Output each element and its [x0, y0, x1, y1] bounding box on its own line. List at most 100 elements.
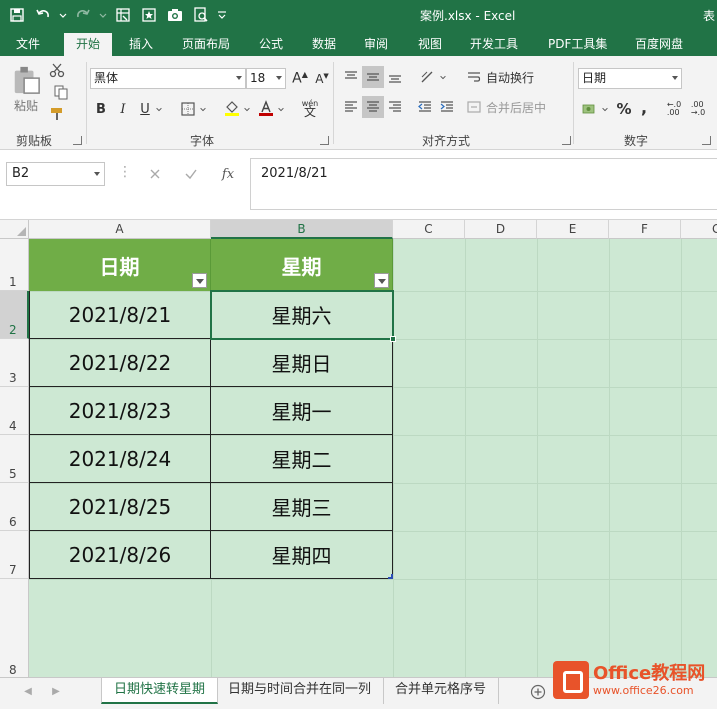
column-header-g[interactable]: G [681, 220, 717, 239]
table-cell-weekday[interactable]: 星期日 [211, 339, 393, 387]
increase-indent-button[interactable] [436, 96, 458, 118]
row-header-5[interactable]: 5 [0, 435, 29, 483]
bottom-align-button[interactable] [384, 66, 406, 88]
tab-review[interactable]: 审阅 [356, 33, 396, 56]
new-sheet-button[interactable] [528, 682, 548, 702]
table-cell-date[interactable]: 2021/8/23 [29, 387, 211, 435]
font-launcher[interactable] [320, 136, 329, 145]
table-cell-weekday[interactable]: 星期六 [211, 291, 393, 339]
undo-button[interactable] [32, 4, 54, 26]
camera-button[interactable] [164, 4, 186, 26]
table-cell-weekday[interactable]: 星期一 [211, 387, 393, 435]
align-left-button[interactable] [340, 96, 362, 118]
comma-button[interactable]: , [636, 96, 652, 118]
align-center-button[interactable] [362, 96, 384, 118]
undo-dropdown[interactable] [58, 4, 68, 26]
middle-align-button[interactable] [362, 66, 384, 88]
row-header-2[interactable]: 2 [0, 291, 29, 339]
print-preview-button[interactable] [190, 4, 212, 26]
column-header-a[interactable]: A [29, 220, 211, 239]
row-header-7[interactable]: 7 [0, 531, 29, 579]
borders-dropdown[interactable] [198, 98, 208, 120]
phonetic-guide-button[interactable]: wén 文 [298, 96, 322, 120]
alignment-launcher[interactable] [562, 136, 571, 145]
filter-dropdown-icon[interactable] [192, 273, 207, 288]
font-color-dropdown[interactable] [276, 98, 286, 120]
select-all-corner[interactable] [0, 220, 29, 239]
decrease-font-button[interactable]: A▼ [312, 68, 332, 89]
table-cell-date[interactable]: 2021/8/21 [29, 291, 211, 339]
fill-color-dropdown[interactable] [242, 98, 252, 120]
table-resize-handle[interactable] [388, 574, 393, 579]
number-format-combo[interactable]: 日期 [578, 68, 682, 89]
filter-dropdown-icon[interactable] [374, 273, 389, 288]
top-align-button[interactable] [340, 66, 362, 88]
row-header-3[interactable]: 3 [0, 339, 29, 387]
bookmark-button[interactable] [138, 4, 160, 26]
table-header-date[interactable]: 日期 [29, 239, 211, 291]
orientation-button[interactable] [416, 66, 438, 88]
tab-developer[interactable]: 开发工具 [462, 33, 526, 56]
decrease-indent-button[interactable] [414, 96, 436, 118]
save-button[interactable] [6, 4, 28, 26]
column-header-d[interactable]: D [465, 220, 537, 239]
row-header-6[interactable]: 6 [0, 483, 29, 531]
percent-button[interactable]: % [614, 98, 634, 120]
merge-center-button[interactable]: 合并后居中 [466, 96, 566, 118]
paste-button[interactable]: 粘贴 [8, 62, 44, 116]
copy-button[interactable] [47, 82, 75, 102]
sheet-tab-date-to-weekday[interactable]: 日期快速转星期 [101, 678, 219, 704]
format-painter-button[interactable] [47, 104, 67, 124]
tab-page-layout[interactable]: 页面布局 [174, 33, 238, 56]
column-header-f[interactable]: F [609, 220, 681, 239]
wrap-text-button[interactable]: 自动换行 [466, 66, 556, 88]
clipboard-launcher[interactable] [73, 136, 82, 145]
redo-button[interactable] [72, 4, 94, 26]
table-cell-date[interactable]: 2021/8/24 [29, 435, 211, 483]
tab-baidu-netdisk[interactable]: 百度网盘 [627, 33, 691, 56]
tab-formulas[interactable]: 公式 [251, 33, 291, 56]
row-header-4[interactable]: 4 [0, 387, 29, 435]
table-cell-weekday[interactable]: 星期四 [211, 531, 393, 579]
insert-function-button[interactable]: fx [216, 164, 240, 184]
decrease-decimal-button[interactable]: .00 →.0 [688, 98, 708, 120]
tab-view[interactable]: 视图 [410, 33, 450, 56]
fill-color-button[interactable] [222, 96, 242, 120]
formula-input[interactable]: 2021/8/21 [250, 158, 717, 210]
row-header-1[interactable]: 1 [0, 239, 29, 291]
pivot-button[interactable] [112, 4, 134, 26]
number-launcher[interactable] [702, 136, 711, 145]
underline-button[interactable]: U [136, 98, 154, 120]
table-cell-date[interactable]: 2021/8/25 [29, 483, 211, 531]
fill-handle[interactable] [390, 336, 396, 342]
tab-file[interactable]: 文件 [8, 33, 48, 56]
scroll-sheets-left-button[interactable]: ◀ [20, 682, 36, 700]
table-cell-date[interactable]: 2021/8/22 [29, 339, 211, 387]
table-cell-weekday[interactable]: 星期二 [211, 435, 393, 483]
customize-qat-button[interactable] [216, 4, 228, 26]
increase-font-button[interactable]: A▲ [290, 68, 310, 89]
table-header-weekday[interactable]: 星期 [211, 239, 393, 291]
cut-button[interactable] [47, 60, 67, 80]
accounting-format-button[interactable] [580, 98, 600, 120]
column-header-b[interactable]: B [211, 220, 393, 239]
name-box[interactable]: B2 [6, 162, 105, 186]
underline-dropdown[interactable] [154, 98, 164, 120]
orientation-dropdown[interactable] [438, 66, 448, 88]
italic-button[interactable]: I [114, 98, 132, 120]
cancel-entry-button[interactable] [144, 164, 166, 184]
font-name-combo[interactable]: 黑体 [90, 68, 246, 89]
accounting-dropdown[interactable] [600, 98, 610, 120]
table-cell-weekday[interactable]: 星期三 [211, 483, 393, 531]
tab-home[interactable]: 开始 [64, 33, 113, 56]
sheet-tab-merged-cell-sequence[interactable]: 合并单元格序号 [383, 678, 500, 704]
align-right-button[interactable] [384, 96, 406, 118]
tab-data[interactable]: 数据 [304, 33, 344, 56]
redo-dropdown[interactable] [98, 4, 108, 26]
column-header-e[interactable]: E [537, 220, 609, 239]
increase-decimal-button[interactable]: ←.0.00 [664, 98, 684, 120]
table-cell-date[interactable]: 2021/8/26 [29, 531, 211, 579]
worksheet-grid[interactable]: A B C D E F G 1 2 3 4 5 6 7 8 日期 星期 2021… [0, 220, 717, 677]
row-header-8[interactable]: 8 [0, 579, 29, 677]
scroll-sheets-right-button[interactable]: ▶ [48, 682, 64, 700]
